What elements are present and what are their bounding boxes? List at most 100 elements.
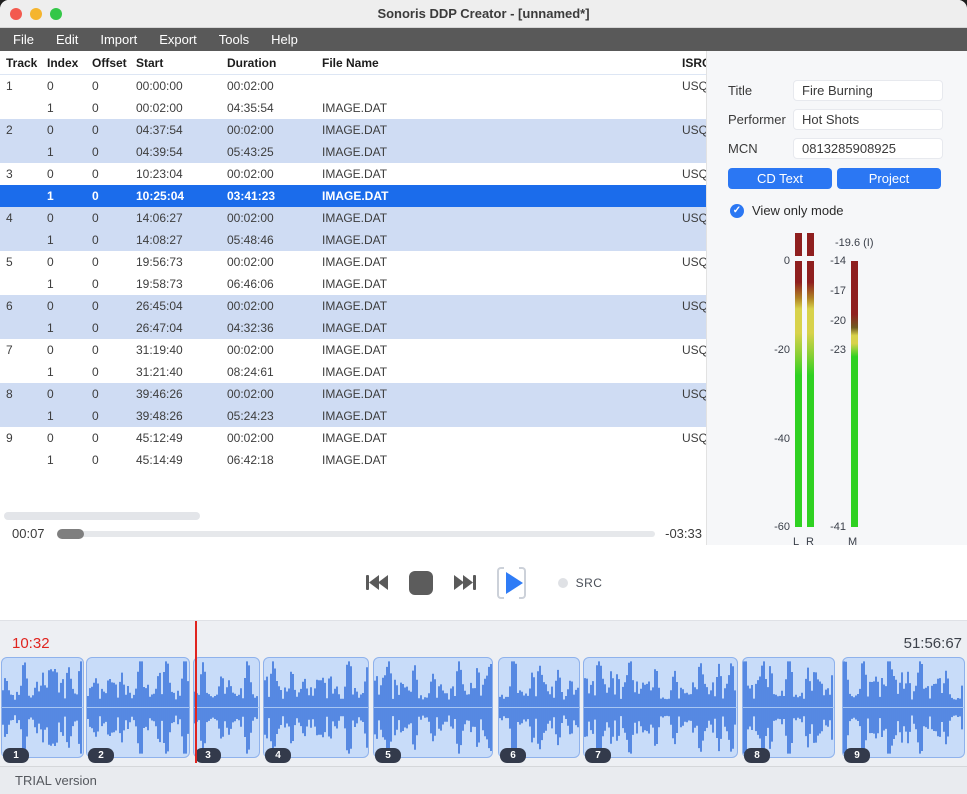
- table-row[interactable]: 20004:37:5400:02:00IMAGE.DATUSQ: [0, 119, 706, 141]
- table-row[interactable]: 1045:14:4906:42:18IMAGE.DAT: [0, 449, 706, 471]
- track-number-badge: 7: [585, 748, 611, 763]
- cell-offset: 0: [92, 189, 136, 203]
- meter-scale-label: -20: [816, 315, 846, 327]
- cell-offset: 0: [92, 167, 136, 181]
- cell-index: 0: [47, 343, 92, 357]
- table-header: TrackIndexOffsetStartDurationFile NameIS…: [0, 51, 706, 75]
- table-row[interactable]: 30010:23:0400:02:00IMAGE.DATUSQ: [0, 163, 706, 185]
- skip-back-icon[interactable]: [365, 574, 389, 591]
- waveform-segment[interactable]: 9: [842, 657, 965, 758]
- cell-index: 1: [47, 233, 92, 247]
- cell-isrc: USQ: [682, 79, 706, 93]
- menu-item-file[interactable]: File: [2, 28, 45, 51]
- menu-item-help[interactable]: Help: [260, 28, 309, 51]
- waveform-image: [584, 658, 737, 757]
- cell-file: IMAGE.DAT: [322, 431, 682, 445]
- meter-scale-label: -41: [816, 521, 846, 533]
- cell-isrc: USQ: [682, 167, 706, 181]
- table-row[interactable]: 90045:12:4900:02:00IMAGE.DATUSQ: [0, 427, 706, 449]
- menu-item-tools[interactable]: Tools: [208, 28, 260, 51]
- cell-start: 39:48:26: [136, 409, 227, 423]
- track-number-badge: 3: [195, 748, 221, 763]
- cell-duration: 00:02:00: [227, 343, 322, 357]
- table-row[interactable]: 1004:39:5405:43:25IMAGE.DAT: [0, 141, 706, 163]
- menu-item-import[interactable]: Import: [89, 28, 148, 51]
- menu-item-export[interactable]: Export: [148, 28, 208, 51]
- waveform-segment[interactable]: 1: [1, 657, 84, 758]
- cell-file: IMAGE.DAT: [322, 145, 682, 159]
- cell-offset: 0: [92, 101, 136, 115]
- cell-duration: 00:02:00: [227, 255, 322, 269]
- waveform-segment[interactable]: 5: [373, 657, 493, 758]
- cell-file: IMAGE.DAT: [322, 277, 682, 291]
- cell-offset: 0: [92, 123, 136, 137]
- focus-bracket-left: [497, 567, 504, 599]
- table-row[interactable]: 1026:47:0404:32:36IMAGE.DAT: [0, 317, 706, 339]
- cell-isrc: USQ: [682, 387, 706, 401]
- meter-scale-label: -23: [816, 344, 846, 356]
- column-header-duration[interactable]: Duration: [227, 56, 322, 70]
- table-row[interactable]: 1019:58:7306:46:06IMAGE.DAT: [0, 273, 706, 295]
- cell-duration: 05:24:23: [227, 409, 322, 423]
- cell-duration: 06:42:18: [227, 453, 322, 467]
- cell-offset: 0: [92, 277, 136, 291]
- waveform-segment[interactable]: 4: [263, 657, 369, 758]
- seek-thumb[interactable]: [57, 529, 84, 539]
- src-radio-icon[interactable]: [558, 578, 568, 588]
- meter-bar-right: [807, 261, 814, 527]
- cell-index: 1: [47, 189, 92, 203]
- menu-item-edit[interactable]: Edit: [45, 28, 89, 51]
- level-meters: 0-20-40-60-14-17-20-23-41-19.6 (I)LRM: [707, 51, 967, 545]
- cell-start: 19:58:73: [136, 277, 227, 291]
- waveform-segment[interactable]: 7: [583, 657, 738, 758]
- seek-track[interactable]: [57, 531, 655, 537]
- skip-forward-icon[interactable]: [453, 574, 477, 591]
- column-header-isrc[interactable]: ISRC: [682, 56, 706, 70]
- cell-index: 0: [47, 211, 92, 225]
- table-row[interactable]: 70031:19:4000:02:00IMAGE.DATUSQ: [0, 339, 706, 361]
- stop-button[interactable]: [409, 571, 433, 595]
- playhead-time: 10:32: [12, 635, 50, 652]
- cell-track: 4: [6, 211, 47, 225]
- waveform-segment[interactable]: 6: [498, 657, 580, 758]
- column-header-index[interactable]: Index: [47, 56, 92, 70]
- table-row[interactable]: 10000:00:0000:02:00USQ: [0, 75, 706, 97]
- horizontal-scrollbar[interactable]: [4, 512, 200, 520]
- cell-file: IMAGE.DAT: [322, 167, 682, 181]
- table-row[interactable]: 60026:45:0400:02:00IMAGE.DATUSQ: [0, 295, 706, 317]
- loudness-value: -19.6 (I): [835, 237, 915, 249]
- cell-index: 0: [47, 299, 92, 313]
- play-button[interactable]: [497, 567, 526, 599]
- waveform-segment[interactable]: 2: [86, 657, 190, 758]
- cell-offset: 0: [92, 431, 136, 445]
- table-row[interactable]: 1031:21:4008:24:61IMAGE.DAT: [0, 361, 706, 383]
- src-option[interactable]: SRC: [558, 576, 603, 590]
- playhead-line: [195, 621, 197, 763]
- meter-scale-label: -14: [816, 255, 846, 267]
- column-header-offset[interactable]: Offset: [92, 56, 136, 70]
- table-row[interactable]: 40014:06:2700:02:00IMAGE.DATUSQ: [0, 207, 706, 229]
- waveform-segment[interactable]: 3: [193, 657, 260, 758]
- track-number-badge: 6: [500, 748, 526, 763]
- overload-indicator: [807, 233, 814, 256]
- table-row[interactable]: 1039:48:2605:24:23IMAGE.DAT: [0, 405, 706, 427]
- table-row[interactable]: 80039:46:2600:02:00IMAGE.DATUSQ: [0, 383, 706, 405]
- cell-isrc: USQ: [682, 299, 706, 313]
- table-row[interactable]: 50019:56:7300:02:00IMAGE.DATUSQ: [0, 251, 706, 273]
- column-header-start[interactable]: Start: [136, 56, 227, 70]
- table-row[interactable]: 1010:25:0403:41:23IMAGE.DAT: [0, 185, 706, 207]
- cell-start: 14:06:27: [136, 211, 227, 225]
- column-header-file-name[interactable]: File Name: [322, 56, 682, 70]
- column-header-track[interactable]: Track: [6, 56, 47, 70]
- waveform-segment[interactable]: 8: [742, 657, 835, 758]
- table-row[interactable]: 1014:08:2705:48:46IMAGE.DAT: [0, 229, 706, 251]
- cell-offset: 0: [92, 145, 136, 159]
- cell-offset: 0: [92, 409, 136, 423]
- table-row[interactable]: 1000:02:0004:35:54IMAGE.DAT: [0, 97, 706, 119]
- cell-start: 26:45:04: [136, 299, 227, 313]
- cell-start: 45:12:49: [136, 431, 227, 445]
- meter-scale-label: -17: [816, 285, 846, 297]
- cell-track: 7: [6, 343, 47, 357]
- window-title: Sonoris DDP Creator - [unnamed*]: [0, 0, 967, 28]
- track-number-badge: 2: [88, 748, 114, 763]
